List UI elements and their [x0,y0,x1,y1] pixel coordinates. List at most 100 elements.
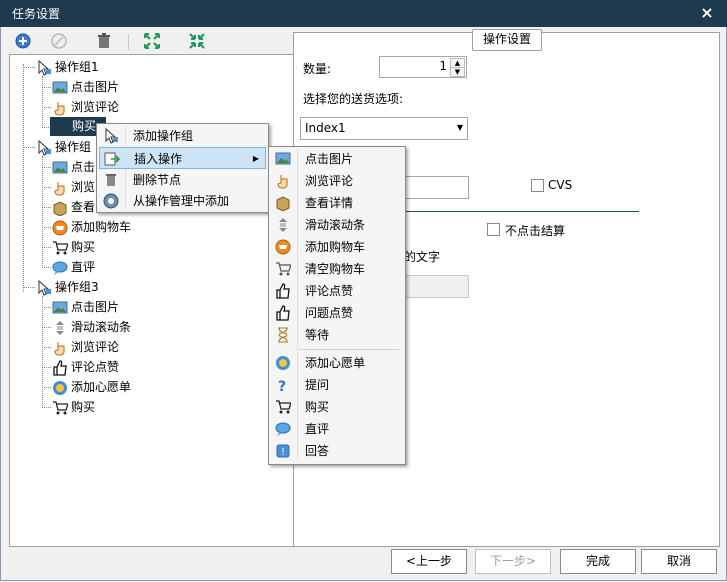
cart-icon [275,399,292,415]
box-icon [52,200,68,217]
wishlist-icon [275,355,291,371]
tree-item[interactable]: 查看 [52,198,95,217]
image-icon [52,80,68,96]
image-icon [52,300,68,316]
close-icon[interactable]: × [698,3,716,22]
insert-icon [104,151,121,167]
submenu-arrow-icon: ▶ [252,154,259,163]
expand-icon[interactable] [143,32,161,50]
submenu-item[interactable]: 直评 [271,418,403,440]
trash-icon[interactable] [95,32,113,50]
collapse-icon[interactable] [188,32,206,50]
cvs-checkbox[interactable] [531,179,544,192]
tree-item[interactable]: 购买 [52,238,95,257]
divider-line [404,211,639,212]
finish-button[interactable]: 完成 [560,549,636,574]
submenu-item[interactable]: 浏览评论 [271,170,403,192]
image-icon [52,160,68,176]
cursor-icon [36,59,52,76]
cart-add-icon [275,239,291,255]
box-icon [275,195,291,212]
submenu-item[interactable]: 点击图片 [271,148,403,170]
prev-button[interactable]: <上一步 [391,549,467,574]
spin-down-icon[interactable]: ▼ [450,67,465,77]
add-icon[interactable] [14,32,32,50]
cursor-icon [36,139,52,156]
tree-item[interactable]: 浏览评论 [52,98,119,117]
submenu-item[interactable]: 等待 [271,324,403,346]
menu-item-delete-node[interactable]: 删除节点 [99,169,266,191]
menu-item-add-group[interactable]: 添加操作组 [99,125,266,147]
tree-item[interactable]: 添加心愿单 [52,378,131,397]
no-checkout-checkbox[interactable] [487,223,500,236]
submenu-item[interactable]: 查看详情 [271,192,403,214]
tree-item[interactable]: 点击图片 [52,78,119,97]
chevron-down-icon: ▼ [456,123,463,132]
cursor-icon [103,127,119,144]
quantity-label: 数量: [303,62,332,76]
tree-item[interactable]: 浏览 [52,178,95,197]
hand-icon [52,340,68,356]
quantity-value: 1 [439,59,447,73]
thumbs-up-icon [52,359,68,376]
menu-item-insert-operation[interactable]: 插入操作 ▶ [99,147,266,169]
menu-item-add-from-manager[interactable]: 从操作管理中添加 [99,190,266,212]
manager-icon [103,193,119,209]
tree-toolbar [9,31,291,53]
submenu-item[interactable]: 购买 [271,396,403,418]
submenu-item[interactable]: 添加购物车 [271,236,403,258]
scroll-icon [52,320,68,336]
cart-icon [52,400,69,416]
cursor-icon [36,279,52,296]
svg-text:?: ? [278,379,286,393]
scroll-icon [275,217,291,233]
text-label-partial: 的文字 [404,250,441,264]
submenu-item[interactable]: 评论点赞 [271,280,403,302]
tree-item[interactable]: 评论点赞 [52,358,119,377]
tree-item[interactable]: 滑动滚动条 [52,318,131,337]
hourglass-icon [275,327,291,343]
submenu-item[interactable]: 清空购物车 [271,258,403,280]
cart-icon [52,240,69,256]
insert-submenu: 点击图片 浏览评论 查看详情 滑动滚动条 添加购物车 清空购物车 评论点赞 问题… [268,146,406,465]
window-title: 任务设置 [12,7,61,21]
empty-cart-icon [275,261,292,277]
cancel-button[interactable]: 取消 [641,549,717,574]
submenu-item[interactable]: 滑动滚动条 [271,214,403,236]
tree-group-3[interactable]: 操作组3 [36,278,99,297]
tree-item[interactable]: 购买 [52,398,95,417]
tree-item[interactable]: 点击 [52,158,95,177]
menu-separator [299,349,399,350]
cart-add-icon [52,220,68,236]
svg-text:!: ! [281,447,285,458]
quantity-stepper[interactable]: 1 ▲ ▼ [379,56,467,78]
submenu-item[interactable]: ? 提问 [271,374,403,396]
submenu-item[interactable]: ! 回答 [271,440,403,462]
submenu-item[interactable]: 添加心愿单 [271,352,403,374]
comment-icon [52,260,68,276]
disabled-icon[interactable] [50,32,68,50]
context-menu: 添加操作组 插入操作 ▶ 删除节点 从操作管理中添加 [96,123,269,213]
tree-group-2[interactable]: 操作组 [36,138,91,157]
image-icon [275,151,291,167]
text-input[interactable] [404,176,469,199]
submenu-item[interactable]: 问题点赞 [271,302,403,324]
tree-item[interactable]: 添加购物车 [52,218,131,237]
tree-item[interactable]: 点击图片 [52,298,119,317]
tree-item[interactable]: 直评 [52,258,95,277]
disabled-text-input[interactable] [404,275,469,298]
shipping-label: 选择您的送货选项: [303,92,404,106]
hand-icon [275,173,291,189]
thumbs-up-icon [275,305,291,321]
groupbox-title: 操作设置 [472,29,542,51]
question-icon: ? [275,377,291,395]
shipping-select[interactable]: Index1 ▼ [300,117,468,140]
hand-icon [52,180,68,196]
tree-item[interactable]: 浏览评论 [52,338,119,357]
title-bar [0,0,727,27]
toolbar-separator [128,34,129,50]
comment-icon [275,421,291,437]
tree-group-1[interactable]: 操作组1 [36,58,99,77]
trash-icon [103,172,119,188]
next-button[interactable]: 下一步> [475,549,551,574]
